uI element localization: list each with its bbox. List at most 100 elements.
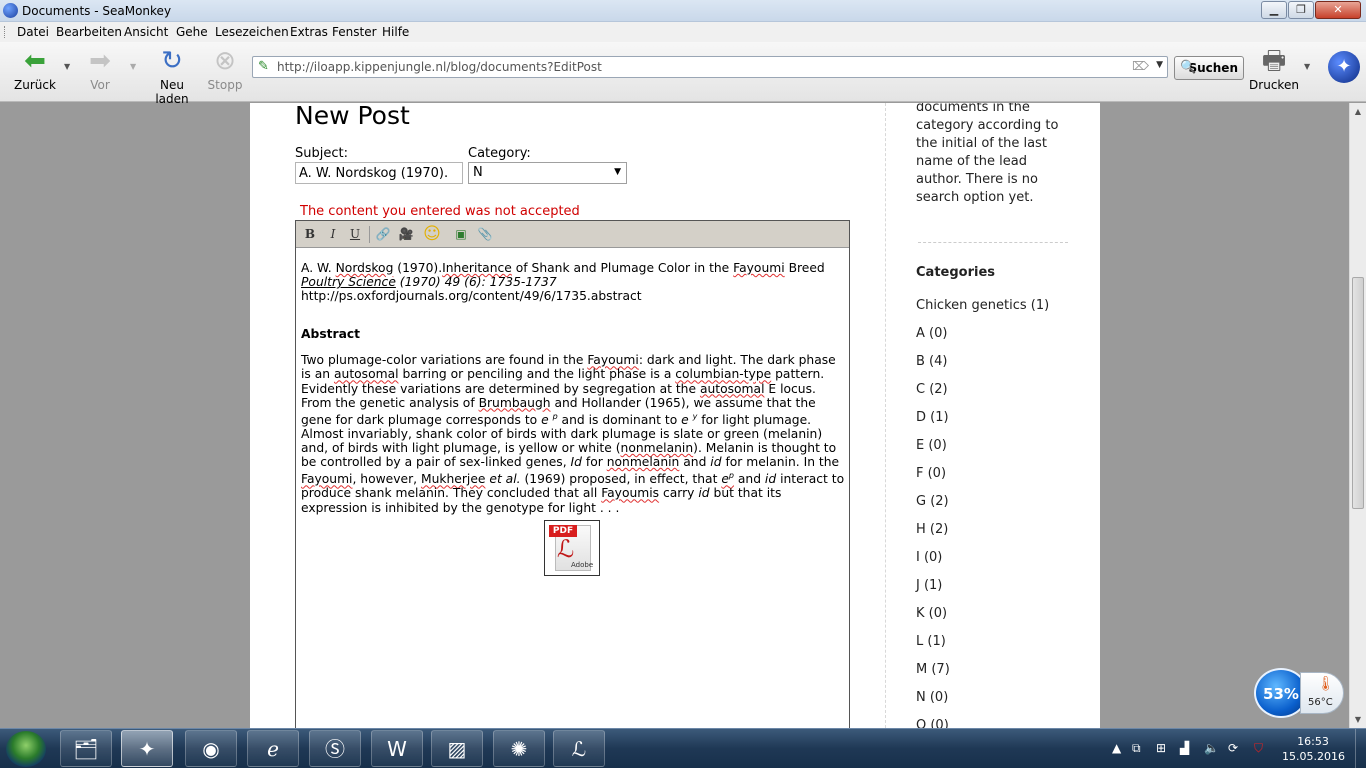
- adobe-label: Adobe: [571, 561, 594, 569]
- scrollbar-thumb[interactable]: [1352, 277, 1364, 509]
- italic-button[interactable]: I: [323, 225, 343, 244]
- stop-button[interactable]: ⊗ Stopp: [205, 46, 245, 94]
- temperature-gauge: 🌡 56°C: [1300, 672, 1344, 714]
- page-content: New Post Subject: Category: N ▼ The cont…: [250, 103, 1100, 728]
- seamonkey-logo-icon: ✦: [1328, 51, 1360, 83]
- menu-fenster[interactable]: Fenster: [332, 25, 377, 39]
- citation-line: A. W. Nordskog (1970).Inheritance of Sha…: [301, 261, 825, 275]
- print-dropdown-icon[interactable]: ▼: [1304, 62, 1310, 71]
- menu-extras[interactable]: Extras: [290, 25, 328, 39]
- subject-input[interactable]: [295, 162, 463, 184]
- insert-link-icon[interactable]: 🔗: [373, 225, 393, 244]
- category-link[interactable]: E (0): [916, 438, 1049, 466]
- site-identity-icon[interactable]: ✎: [258, 59, 269, 74]
- attachment-icon[interactable]: 📎: [475, 225, 495, 244]
- category-link[interactable]: Chicken genetics (1): [916, 298, 1049, 326]
- underline-button[interactable]: U: [345, 225, 365, 244]
- close-button[interactable]: ✕: [1315, 1, 1361, 19]
- category-link[interactable]: N (0): [916, 690, 1049, 718]
- abstract-heading: Abstract: [301, 327, 361, 342]
- firefox-task-icon[interactable]: ◉: [185, 730, 237, 767]
- category-select[interactable]: N ▼: [468, 162, 627, 184]
- stop-icon: ⊗: [214, 46, 236, 76]
- menu-bar: Datei Bearbeiten Ansicht Gehe Lesezeiche…: [0, 22, 1366, 42]
- network-share-icon[interactable]: ⧉: [1132, 741, 1141, 756]
- category-link[interactable]: L (1): [916, 634, 1049, 662]
- forward-button[interactable]: ➡ Vor: [80, 46, 120, 94]
- seamonkey-app-icon: [3, 3, 18, 18]
- category-link[interactable]: K (0): [916, 606, 1049, 634]
- shield-icon[interactable]: ⛉: [1254, 741, 1263, 756]
- url-bar[interactable]: ✎ ⌦ ▼: [252, 56, 1168, 78]
- word-task-icon[interactable]: W: [371, 730, 423, 767]
- start-button[interactable]: [6, 731, 46, 767]
- paint-task-icon[interactable]: ✺: [493, 730, 545, 767]
- signal-icon[interactable]: ▟: [1180, 741, 1189, 755]
- maximize-button[interactable]: ❐: [1288, 1, 1314, 19]
- menu-hilfe[interactable]: Hilfe: [382, 25, 409, 39]
- category-link[interactable]: A (0): [916, 326, 1049, 354]
- windows-flag-icon[interactable]: ⊞: [1156, 741, 1166, 755]
- smiley-icon[interactable]: ☺: [422, 225, 442, 244]
- menu-datei[interactable]: Datei: [17, 25, 49, 39]
- show-desktop-button[interactable]: [1355, 729, 1366, 768]
- url-input[interactable]: [277, 59, 1117, 75]
- category-link[interactable]: I (0): [916, 550, 1049, 578]
- reload-button[interactable]: ↻ Neu laden: [143, 46, 201, 106]
- pdf-file-icon[interactable]: PDF ℒ Adobe: [544, 520, 600, 576]
- category-link[interactable]: B (4): [916, 354, 1049, 382]
- url-history-dropdown-icon[interactable]: ▼: [1156, 60, 1163, 70]
- editor-content[interactable]: A. W. Nordskog (1970).Inheritance of Sha…: [301, 261, 847, 515]
- clock[interactable]: 16:53 15.05.2016: [1282, 734, 1345, 764]
- menu-ansicht[interactable]: Ansicht: [124, 25, 168, 39]
- category-link[interactable]: H (2): [916, 522, 1049, 550]
- tray-expand-icon[interactable]: ▲: [1112, 741, 1121, 755]
- categories-list: Chicken genetics (1) A (0) B (4) C (2) D…: [916, 298, 1049, 728]
- scroll-up-icon[interactable]: ▲: [1350, 103, 1366, 120]
- category-link[interactable]: G (2): [916, 494, 1049, 522]
- back-arrow-icon: ⬅: [24, 46, 46, 76]
- chevron-down-icon: ▼: [614, 167, 621, 177]
- volume-icon[interactable]: 🔈: [1204, 741, 1219, 755]
- acrobat-icon: ℒ: [557, 535, 575, 563]
- magnifier-icon: 🔍: [1180, 60, 1197, 75]
- category-link[interactable]: J (1): [916, 578, 1049, 606]
- back-dropdown-icon[interactable]: ▼: [64, 62, 70, 71]
- back-button[interactable]: ⬅ Zurück: [10, 46, 60, 94]
- category-link[interactable]: F (0): [916, 466, 1049, 494]
- thermometer-icon: 🌡: [1317, 676, 1335, 692]
- bookmark-icon[interactable]: ⌦: [1132, 59, 1149, 73]
- photo-viewer-task-icon[interactable]: ▨: [431, 730, 483, 767]
- explorer-task-icon[interactable]: 🗂: [60, 730, 112, 767]
- category-label: Category:: [468, 146, 531, 161]
- search-button[interactable]: 🔍 Suchen: [1174, 56, 1244, 80]
- bold-button[interactable]: B: [300, 225, 320, 244]
- acrobat-task-icon[interactable]: ℒ: [553, 730, 605, 767]
- category-link[interactable]: O (0): [916, 718, 1049, 728]
- category-link[interactable]: D (1): [916, 410, 1049, 438]
- seamonkey-task-icon[interactable]: ✦: [121, 730, 173, 767]
- rich-text-editor[interactable]: B I U 🔗 🎥 ☺ ▣ 📎 A. W. Nordskog (1970).In…: [295, 220, 850, 728]
- minimize-button[interactable]: ▁: [1261, 1, 1287, 19]
- title-bar: Documents - SeaMonkey ▁ ❐ ✕: [0, 0, 1366, 22]
- category-link[interactable]: C (2): [916, 382, 1049, 410]
- vertical-scrollbar[interactable]: ▲ ▼: [1349, 103, 1366, 728]
- navigation-toolbar: ⬅ Zurück ▼ ➡ Vor ▼ ↻ Neu laden ⊗ Stopp ✎…: [0, 42, 1366, 106]
- abstract-text: Two plumage-color variations are found i…: [301, 353, 845, 515]
- category-link[interactable]: M (7): [916, 662, 1049, 690]
- editor-toolbar: B I U 🔗 🎥 ☺ ▣ 📎: [296, 221, 849, 248]
- menu-lesezeichen[interactable]: Lesezeichen: [215, 25, 289, 39]
- forward-arrow-icon: ➡: [89, 46, 111, 76]
- skype-task-icon[interactable]: Ⓢ: [309, 730, 361, 767]
- forward-dropdown-icon[interactable]: ▼: [130, 62, 136, 71]
- scroll-down-icon[interactable]: ▼: [1350, 711, 1366, 728]
- internet-explorer-task-icon[interactable]: ℯ: [247, 730, 299, 767]
- reload-icon: ↻: [161, 46, 183, 76]
- print-button[interactable]: 🖶 Drucken: [1248, 46, 1300, 94]
- menu-gehe[interactable]: Gehe: [176, 25, 208, 39]
- insert-image-icon[interactable]: ▣: [451, 225, 471, 244]
- insert-video-icon[interactable]: 🎥: [396, 225, 416, 244]
- sync-icon[interactable]: ⟳: [1228, 741, 1238, 755]
- menu-bearbeiten[interactable]: Bearbeiten: [56, 25, 122, 39]
- url-line: http://ps.oxfordjournals.org/content/49/…: [301, 289, 642, 304]
